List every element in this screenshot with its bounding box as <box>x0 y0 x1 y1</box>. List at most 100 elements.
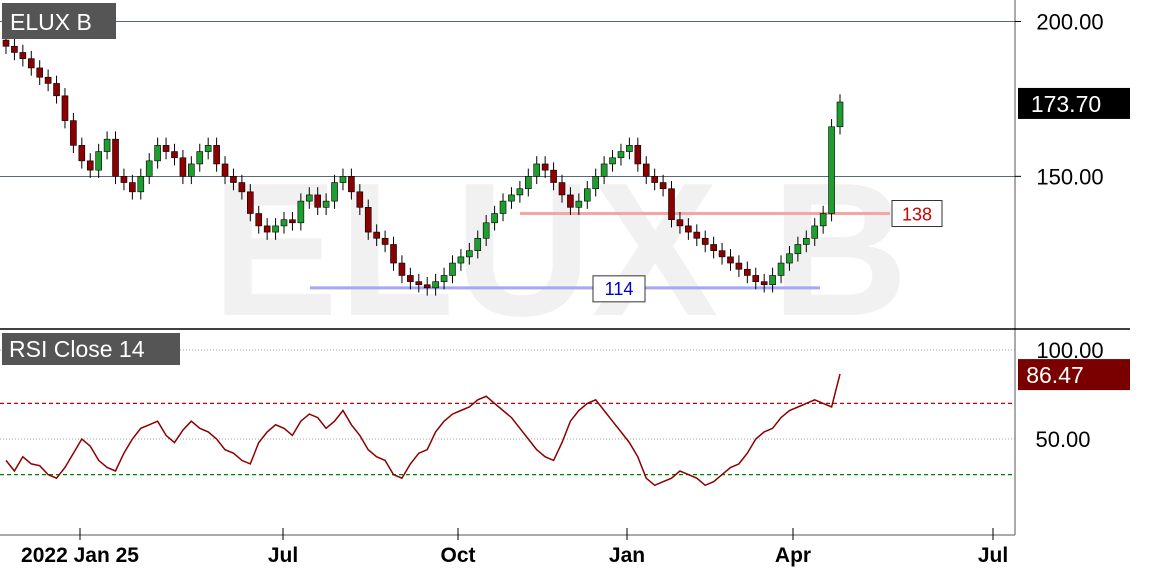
candle-body <box>735 262 743 270</box>
candle-body <box>718 250 726 258</box>
x-tick-label: Oct <box>440 544 475 567</box>
candle-body <box>651 176 658 183</box>
candle-body <box>777 262 785 276</box>
candle-body <box>348 176 355 193</box>
candle-body <box>474 237 482 251</box>
rsi-last-value-label: 86.47 <box>1026 362 1084 388</box>
candle-body <box>617 151 625 159</box>
candle-body <box>760 281 768 286</box>
candle-body <box>525 176 532 190</box>
candle-body <box>129 182 136 193</box>
price-title: ELUX B <box>10 9 92 35</box>
candle-body <box>230 176 237 183</box>
candle-body <box>381 237 389 245</box>
rsi-series-line <box>5 373 841 487</box>
candle-body <box>95 151 102 171</box>
x-tick-label: Jul <box>268 544 298 567</box>
candle-body <box>356 191 364 208</box>
candle-body <box>668 188 675 220</box>
candle-body <box>238 182 246 193</box>
candle-body <box>44 76 52 84</box>
candle-body <box>331 182 338 202</box>
x-tick-label: 2022 Jan 25 <box>21 544 139 567</box>
candle-body <box>769 275 776 286</box>
candle-body <box>162 145 170 152</box>
candle-body <box>744 268 751 276</box>
candle-body <box>19 52 27 59</box>
candle-body <box>53 83 60 97</box>
candle-body <box>449 262 456 276</box>
rsi-title: RSI Close 14 <box>9 336 145 362</box>
candle-body <box>145 160 153 177</box>
x-tick-label: Jul <box>978 544 1008 567</box>
candle-body <box>752 275 760 282</box>
candle-body <box>86 160 94 171</box>
x-tick-label: Jan <box>609 544 645 567</box>
candle-body <box>314 194 321 208</box>
candle-body <box>280 219 288 227</box>
candle-body <box>339 176 347 183</box>
candle-body <box>811 225 819 239</box>
candle-body <box>693 231 701 239</box>
candle-body <box>322 200 330 208</box>
candle-body <box>305 194 313 202</box>
candle-body <box>137 176 145 193</box>
candle-body <box>390 244 397 264</box>
candle-body <box>196 151 204 165</box>
candle-body <box>432 281 439 289</box>
candle-body <box>482 222 490 239</box>
candle-body <box>70 120 77 146</box>
candle-body <box>213 145 220 165</box>
candle-body <box>609 157 616 165</box>
candle-body <box>836 101 844 128</box>
candle-body <box>112 138 119 177</box>
candle-body <box>558 182 566 196</box>
candle-body <box>583 188 591 202</box>
chart-svg: ELUX B200.00150.00100.0050.00138114173.7… <box>0 0 1130 567</box>
candle-body <box>491 213 498 224</box>
candle-body <box>685 225 692 233</box>
candle-body <box>626 145 633 152</box>
candle-body <box>575 200 583 208</box>
candle-body <box>440 275 448 282</box>
candle-body <box>78 145 86 162</box>
candle-body <box>634 145 642 165</box>
candle-body <box>204 145 212 152</box>
last-price-label: 173.70 <box>1031 91 1101 117</box>
candle-body <box>592 176 599 190</box>
candle-body <box>794 244 802 255</box>
candle-body <box>61 95 69 121</box>
price-tick-label: 200.00 <box>1036 9 1103 34</box>
price-tick-label: 150.00 <box>1036 164 1103 189</box>
candle-body <box>710 244 717 251</box>
candle-body <box>659 182 667 190</box>
candle-body <box>27 58 35 69</box>
candle-body <box>2 39 10 47</box>
candle-body <box>179 157 187 177</box>
candle-body <box>154 145 161 162</box>
candle-body <box>407 275 414 282</box>
candle-body <box>120 176 128 183</box>
candle-body <box>11 45 18 53</box>
candle-body <box>221 163 229 177</box>
candle-body <box>457 256 465 264</box>
candle-body <box>188 163 195 177</box>
candle-body <box>516 188 524 196</box>
candle-body <box>255 213 263 227</box>
candle-body <box>550 169 557 183</box>
level-label-138: 138 <box>902 205 932 225</box>
candle-body <box>364 207 372 233</box>
candle-body <box>289 219 296 224</box>
candle-body <box>727 256 734 264</box>
candle-body <box>701 237 709 245</box>
candle-body <box>642 163 650 177</box>
candle-body <box>466 250 473 258</box>
candle-body <box>103 138 111 152</box>
candle-body <box>423 284 431 289</box>
candle-body <box>828 126 835 214</box>
candle-body <box>171 151 178 159</box>
level-label-114: 114 <box>605 279 634 299</box>
candle-body <box>373 231 380 239</box>
candle-body <box>676 219 684 227</box>
candle-body <box>803 237 810 245</box>
